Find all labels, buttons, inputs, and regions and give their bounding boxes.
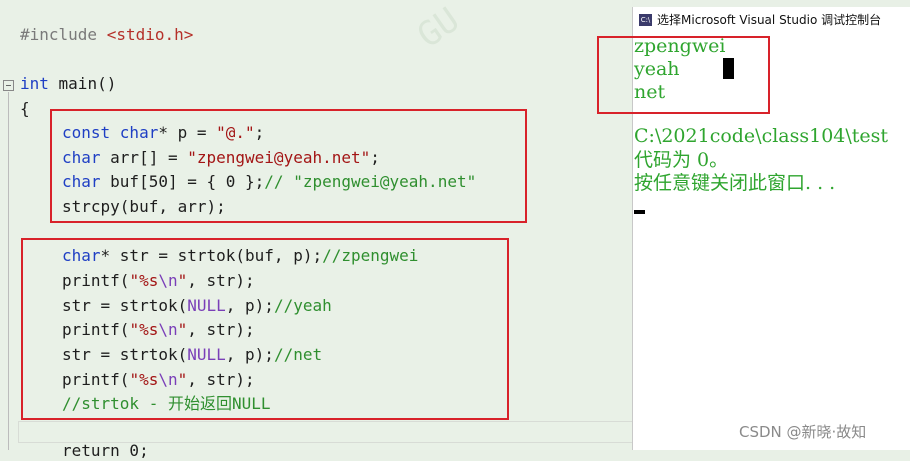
console-exit-line: 代码为 0。 bbox=[634, 149, 729, 171]
console-title: 选择Microsoft Visual Studio 调试控制台 bbox=[657, 13, 882, 27]
blinking-cursor-icon bbox=[634, 210, 645, 214]
watermark: GU bbox=[410, 0, 467, 57]
debug-console-window[interactable]: C:\ 选择Microsoft Visual Studio 调试控制台 zpen… bbox=[597, 7, 910, 450]
open-brace: { bbox=[20, 99, 30, 118]
console-app-icon: C:\ bbox=[639, 14, 652, 26]
return-line: return 0; bbox=[62, 441, 149, 460]
highlight-box-output bbox=[597, 36, 770, 114]
code-editor[interactable]: GU #include <stdio.h> int main() { const… bbox=[0, 0, 632, 460]
console-titlebar[interactable]: C:\ 选择Microsoft Visual Studio 调试控制台 bbox=[633, 7, 910, 34]
highlight-box-strtok bbox=[21, 238, 509, 420]
console-path-line: C:\2021code\class104\test bbox=[634, 125, 889, 147]
current-line-highlight bbox=[18, 421, 632, 443]
highlight-box-declarations bbox=[50, 109, 527, 223]
console-close-hint: 按任意键关闭此窗口. . . bbox=[634, 172, 836, 194]
fold-guide bbox=[8, 92, 9, 450]
include-line: #include <stdio.h> bbox=[20, 25, 194, 44]
collapse-icon[interactable] bbox=[3, 80, 14, 91]
main-signature: int main() bbox=[20, 74, 117, 93]
credit-watermark: CSDN @新晓·故知 bbox=[739, 423, 867, 441]
